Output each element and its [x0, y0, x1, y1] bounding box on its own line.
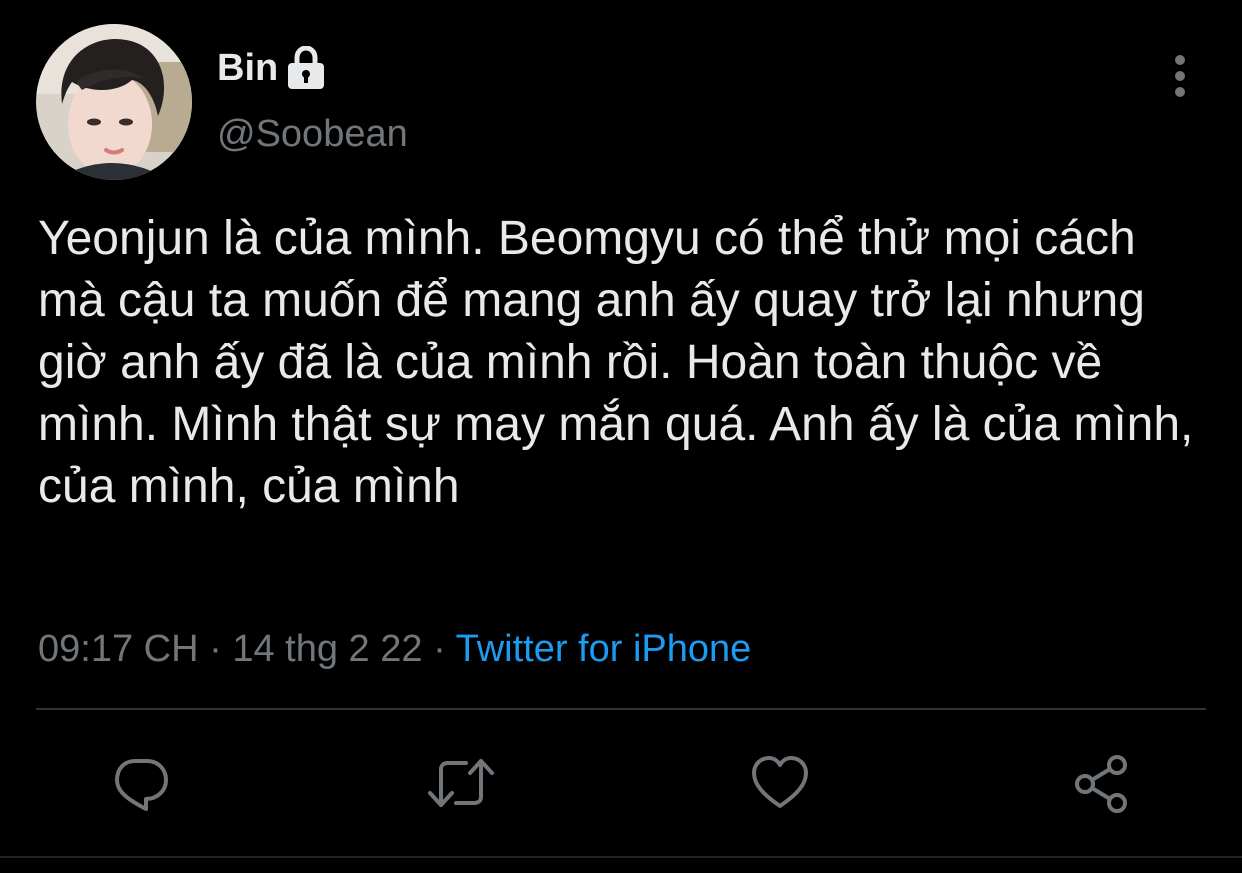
action-bar — [0, 748, 1242, 818]
tweet-date[interactable]: 14 thg 2 22 — [232, 628, 422, 670]
bottom-divider — [0, 856, 1242, 858]
display-name[interactable]: Bin — [217, 44, 278, 92]
profile-photo — [36, 24, 192, 180]
like-button[interactable] — [745, 748, 815, 818]
author-handle[interactable]: @Soobean — [217, 110, 408, 158]
tweet-time[interactable]: 09:17 CH — [38, 628, 199, 670]
avatar[interactable] — [36, 24, 192, 180]
author-name-row[interactable]: Bin — [217, 44, 326, 92]
lock-icon — [288, 46, 325, 89]
comment-icon — [115, 759, 168, 811]
more-vertical-icon[interactable] — [1160, 54, 1200, 98]
tweet-metadata: 09:17 CH · 14 thg 2 22 · Twitter for iPh… — [38, 626, 751, 672]
retweet-button[interactable] — [426, 748, 496, 818]
share-icon — [1075, 755, 1127, 813]
tweet-detail: Bin @Soobean Yeonjun là của mình. Beomgy… — [0, 0, 1242, 873]
tweet-source-link[interactable]: Twitter for iPhone — [456, 628, 752, 670]
share-button[interactable] — [1066, 748, 1136, 818]
tweet-text: Yeonjun là của mình. Beomgyu có thể thử … — [38, 212, 1194, 513]
reply-button[interactable] — [106, 748, 176, 818]
meta-separator: · — [433, 628, 446, 670]
retweet-icon — [428, 759, 494, 807]
heart-icon — [752, 756, 808, 808]
meta-separator: · — [209, 628, 222, 670]
divider — [36, 708, 1206, 710]
